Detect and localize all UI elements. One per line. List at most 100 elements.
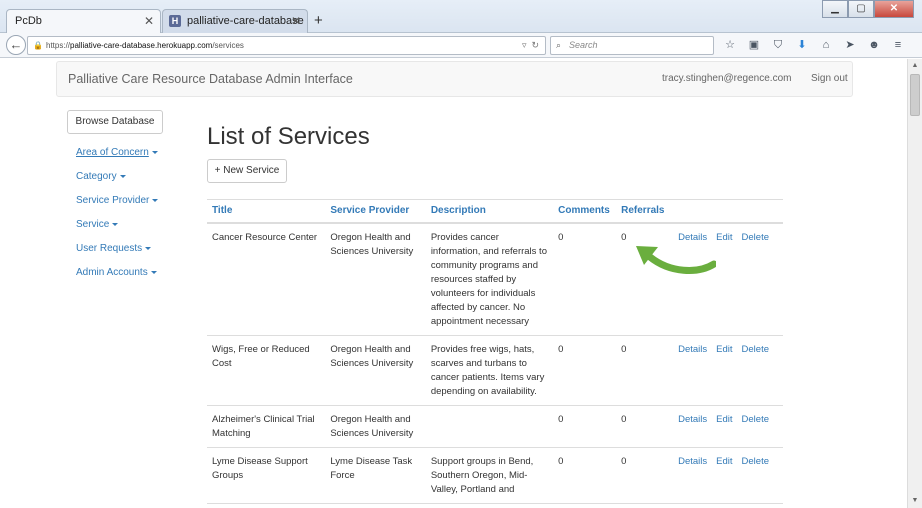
home-icon[interactable]: ⌂	[818, 37, 834, 53]
search-placeholder: Search	[569, 40, 598, 50]
scroll-thumb[interactable]	[910, 74, 920, 116]
page-title: List of Services	[207, 123, 370, 150]
green-arrow-annotation-icon	[636, 246, 716, 274]
cell-title: Alzheimer's Clinical Trial Matching	[207, 405, 326, 448]
url-path: /services	[212, 41, 244, 50]
column-header-provider[interactable]: Service Provider	[325, 199, 426, 224]
delete-link[interactable]: Delete	[742, 456, 769, 467]
table-row: Alzheimer's Clinical Trial Matching Oreg…	[207, 405, 783, 448]
caret-down-icon	[152, 198, 159, 202]
caret-down-icon	[145, 246, 152, 250]
sidebar-item-area-of-concern[interactable]: Area of Concern	[76, 147, 158, 171]
cell-referrals: 0	[616, 405, 674, 448]
cell-title: Lyme Disease Support Groups	[207, 447, 326, 504]
cell-description: Support groups in Bend, Southern Oregon,…	[425, 447, 554, 504]
app-brand[interactable]: Palliative Care Resource Database Admin …	[68, 72, 353, 86]
caret-down-icon	[119, 174, 126, 178]
chat-icon[interactable]: ☻	[866, 37, 882, 53]
sidebar-item-label: Service Provider	[76, 195, 150, 206]
caret-down-icon	[112, 222, 119, 226]
details-link[interactable]: Details	[678, 456, 707, 467]
tab-github[interactable]: H palliative-care-database - G... ✕	[162, 9, 308, 33]
delete-link[interactable]: Delete	[742, 232, 769, 243]
table-row: Wigs, Free or Reduced Cost Oregon Health…	[207, 335, 783, 406]
cell-description	[425, 405, 554, 448]
details-link[interactable]: Details	[678, 414, 707, 425]
close-window-icon[interactable]: ✕	[874, 0, 914, 18]
sidebar-item-service[interactable]: Service	[76, 219, 158, 243]
table-row: Lyme Disease Support Groups Lyme Disease…	[207, 447, 783, 504]
bookmark-star-icon[interactable]: ☆	[722, 37, 738, 53]
cell-title: Cancer Resource Center	[207, 222, 326, 336]
sidebar-item-user-requests[interactable]: User Requests	[76, 243, 158, 267]
maximize-icon[interactable]: ▢	[848, 0, 874, 18]
sidebar-item-label: Admin Accounts	[76, 267, 148, 278]
pocket-icon[interactable]: ⛉	[770, 37, 786, 53]
sign-out-link[interactable]: Sign out	[811, 73, 848, 84]
url-host: palliative-care-database.herokuapp.com	[70, 41, 213, 50]
new-tab-icon[interactable]: +	[314, 12, 323, 29]
sidebar-item-label: Area of Concern	[76, 147, 149, 158]
column-header-comments[interactable]: Comments	[553, 199, 617, 224]
sidebar-nav: Area of Concern Category Service Provide…	[76, 147, 159, 291]
cell-comments: 0	[553, 405, 617, 448]
sidebar-item-label: User Requests	[76, 243, 143, 254]
cell-actions: Details Edit Delete	[673, 447, 783, 504]
tab-pcdb[interactable]: PcDb ✕	[6, 9, 161, 33]
delete-link[interactable]: Delete	[742, 414, 769, 425]
browser-titlebar: PcDb ✕ H palliative-care-database - G...…	[0, 0, 922, 33]
close-tab-icon[interactable]: ✕	[291, 10, 301, 32]
column-header-description[interactable]: Description	[425, 199, 554, 224]
reading-list-icon[interactable]: ▣	[746, 37, 762, 53]
cell-provider: Oregon Health and Sciences University	[325, 222, 426, 336]
tab-label: PcDb	[15, 15, 42, 27]
column-header-referrals[interactable]: Referrals	[616, 199, 674, 224]
page-viewport: Palliative Care Resource Database Admin …	[0, 59, 907, 508]
search-icon: ⌕	[556, 40, 562, 50]
edit-link[interactable]: Edit	[716, 414, 732, 425]
toolbar-icons: ☆ ▣ ⛉ ⬇ ⌂ ➤ ☻ ≡	[722, 37, 906, 53]
close-tab-icon[interactable]: ✕	[144, 10, 154, 32]
browser-navbar: ← 🔒 https://palliative-care-database.her…	[0, 33, 922, 58]
user-email: tracy.stinghen@regence.com	[662, 73, 792, 84]
menu-icon[interactable]: ≡	[890, 37, 906, 53]
url-scheme: https://	[46, 41, 71, 50]
scroll-up-icon[interactable]: ▲	[908, 59, 922, 73]
cell-comments: 0	[553, 447, 617, 504]
edit-link[interactable]: Edit	[716, 232, 732, 243]
minimize-icon[interactable]: ▁	[822, 0, 848, 18]
column-header-title[interactable]: Title	[207, 199, 326, 224]
browse-database-button[interactable]: Browse Database	[67, 110, 163, 134]
vertical-scrollbar[interactable]: ▲ ▼	[907, 59, 922, 508]
reload-icon[interactable]: ▿ ↻	[522, 37, 539, 54]
table-header-row: Title Service Provider Description Comme…	[207, 199, 783, 224]
cell-provider: Lyme Disease Task Force	[325, 447, 426, 504]
column-header-actions	[673, 199, 783, 224]
cell-actions: Details Edit Delete	[673, 405, 783, 448]
cell-title: Wigs, Free or Reduced Cost	[207, 335, 326, 406]
sidebar-item-label: Service	[76, 219, 110, 230]
edit-link[interactable]: Edit	[716, 344, 732, 355]
sidebar-item-service-provider[interactable]: Service Provider	[76, 195, 159, 219]
cell-comments: 0	[553, 222, 617, 336]
delete-link[interactable]: Delete	[742, 344, 769, 355]
sidebar-item-category[interactable]: Category	[76, 171, 158, 195]
scroll-down-icon[interactable]: ▼	[908, 494, 922, 508]
cell-referrals: 0	[616, 447, 674, 504]
lock-icon: 🔒	[33, 41, 43, 50]
cell-comments: 0	[553, 335, 617, 406]
edit-link[interactable]: Edit	[716, 456, 732, 467]
cell-description: Provides free wigs, hats, scarves and tu…	[425, 335, 554, 406]
caret-down-icon	[150, 270, 157, 274]
download-icon[interactable]: ⬇	[794, 37, 810, 53]
new-service-button[interactable]: + New Service	[207, 159, 287, 183]
sidebar-item-admin-accounts[interactable]: Admin Accounts	[76, 267, 158, 291]
send-icon[interactable]: ➤	[842, 37, 858, 53]
search-input[interactable]: ⌕ Search	[550, 36, 714, 55]
cell-provider: Oregon Health and Sciences University	[325, 335, 426, 406]
cell-description: Provides cancer information, and referra…	[425, 222, 554, 336]
address-bar[interactable]: 🔒 https://palliative-care-database.herok…	[27, 36, 546, 55]
back-arrow-icon[interactable]: ←	[6, 35, 26, 55]
details-link[interactable]: Details	[678, 344, 707, 355]
cell-referrals: 0	[616, 335, 674, 406]
